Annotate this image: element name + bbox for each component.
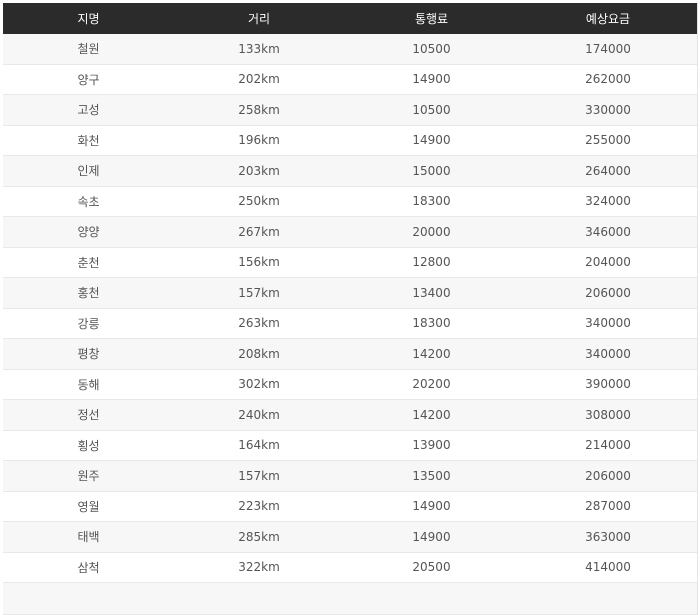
cell-region: 원주 bbox=[77, 469, 100, 484]
cell-region: 양양 bbox=[77, 225, 100, 240]
cell-region: 횡성 bbox=[77, 438, 100, 453]
cell-estimated-fare: 262000 bbox=[585, 72, 631, 87]
cell-distance: 202km bbox=[238, 72, 280, 87]
header-region: 지명 bbox=[77, 12, 100, 26]
cell-estimated-fare: 346000 bbox=[585, 224, 631, 239]
table-row: 양양 267km 20000 346000 bbox=[3, 217, 697, 248]
table-row: 화천 196km 14900 255000 bbox=[3, 125, 697, 156]
cell-toll: 14200 bbox=[412, 407, 451, 422]
header-distance: 거리 bbox=[247, 12, 271, 26]
cell-toll: 18300 bbox=[412, 316, 451, 331]
cell-region: 정선 bbox=[77, 408, 100, 423]
table-row: 철원 133km 10500 174000 bbox=[3, 34, 697, 65]
empty-row bbox=[3, 583, 697, 615]
cell-distance: 258km bbox=[238, 102, 280, 117]
cell-region: 태백 bbox=[77, 530, 100, 545]
cell-estimated-fare: 330000 bbox=[585, 102, 631, 117]
table-row: 홍천 157km 13400 206000 bbox=[3, 278, 697, 309]
header-estimated-fare: 예상요금 bbox=[585, 12, 631, 26]
fare-table: 지명 거리 통행료 예상요금 철원 133km 10500 174000 양구 202km… bbox=[3, 3, 698, 615]
cell-distance: 250km bbox=[238, 194, 280, 209]
table-row: 속초 250km 18300 324000 bbox=[3, 186, 697, 217]
cell-toll: 14200 bbox=[412, 346, 451, 361]
cell-distance: 203km bbox=[238, 163, 280, 178]
cell-toll: 13900 bbox=[412, 438, 451, 453]
cell-estimated-fare: 340000 bbox=[585, 346, 631, 361]
cell-region: 삼척 bbox=[77, 560, 100, 575]
table-row: 평창 208km 14200 340000 bbox=[3, 339, 697, 370]
cell-estimated-fare: 206000 bbox=[585, 468, 631, 483]
cell-region: 영월 bbox=[77, 499, 100, 514]
cell-distance: 133km bbox=[238, 41, 280, 56]
cell-toll: 14900 bbox=[412, 133, 451, 148]
cell-region: 화천 bbox=[77, 133, 100, 148]
cell-region: 춘천 bbox=[77, 255, 100, 270]
cell-estimated-fare: 340000 bbox=[585, 316, 631, 331]
table-body: 철원 133km 10500 174000 양구 202km 14900 262000 고성 25… bbox=[3, 34, 697, 615]
cell-toll: 15000 bbox=[412, 163, 451, 178]
cell-distance: 196km bbox=[238, 133, 280, 148]
cell-distance: 164km bbox=[238, 438, 280, 453]
cell-distance: 156km bbox=[238, 255, 280, 270]
table-row: 양구 202km 14900 262000 bbox=[3, 64, 697, 95]
cell-region: 강릉 bbox=[77, 316, 100, 331]
cell-toll: 20500 bbox=[412, 560, 451, 575]
cell-toll: 10500 bbox=[412, 41, 451, 56]
cell-distance: 223km bbox=[238, 499, 280, 514]
header-toll: 통행료 bbox=[414, 12, 449, 26]
cell-estimated-fare: 324000 bbox=[585, 194, 631, 209]
cell-toll: 13400 bbox=[412, 285, 451, 300]
cell-region: 고성 bbox=[77, 103, 100, 118]
table-row: 강릉 263km 18300 340000 bbox=[3, 308, 697, 339]
cell-distance: 285km bbox=[238, 529, 280, 544]
cell-toll: 20200 bbox=[412, 377, 451, 392]
cell-estimated-fare: 214000 bbox=[585, 438, 631, 453]
table-row: 인제 203km 15000 264000 bbox=[3, 156, 697, 187]
table-row: 태백 285km 14900 363000 bbox=[3, 522, 697, 553]
cell-estimated-fare: 287000 bbox=[585, 499, 631, 514]
cell-distance: 263km bbox=[238, 316, 280, 331]
table-row: 정선 240km 14200 308000 bbox=[3, 400, 697, 431]
cell-distance: 240km bbox=[238, 407, 280, 422]
cell-distance: 267km bbox=[238, 224, 280, 239]
table-row: 삼척 322km 20500 414000 bbox=[3, 552, 697, 583]
cell-toll: 13500 bbox=[412, 468, 451, 483]
cell-toll: 18300 bbox=[412, 194, 451, 209]
table-row: 원주 157km 13500 206000 bbox=[3, 461, 697, 492]
cell-toll: 20000 bbox=[412, 224, 451, 239]
cell-distance: 322km bbox=[238, 560, 280, 575]
cell-estimated-fare: 264000 bbox=[585, 163, 631, 178]
cell-distance: 157km bbox=[238, 468, 280, 483]
table-header: 지명 거리 통행료 예상요금 bbox=[3, 3, 697, 34]
cell-toll: 10500 bbox=[412, 102, 451, 117]
cell-estimated-fare: 414000 bbox=[585, 560, 631, 575]
cell-region: 동해 bbox=[77, 377, 100, 392]
table-row: 동해 302km 20200 390000 bbox=[3, 369, 697, 400]
cell-region: 양구 bbox=[77, 72, 100, 87]
cell-region: 속초 bbox=[77, 194, 100, 209]
cell-estimated-fare: 174000 bbox=[585, 41, 631, 56]
cell-estimated-fare: 204000 bbox=[585, 255, 631, 270]
cell-toll: 12800 bbox=[412, 255, 451, 270]
table-row: 고성 258km 10500 330000 bbox=[3, 95, 697, 126]
cell-region: 홍천 bbox=[77, 286, 100, 301]
cell-distance: 302km bbox=[238, 377, 280, 392]
cell-estimated-fare: 308000 bbox=[585, 407, 631, 422]
cell-region: 철원 bbox=[77, 42, 100, 57]
cell-region: 인제 bbox=[77, 164, 100, 179]
cell-distance: 157km bbox=[238, 285, 280, 300]
cell-estimated-fare: 255000 bbox=[585, 133, 631, 148]
cell-toll: 14900 bbox=[412, 529, 451, 544]
cell-estimated-fare: 363000 bbox=[585, 529, 631, 544]
table-row: 횡성 164km 13900 214000 bbox=[3, 430, 697, 461]
cell-toll: 14900 bbox=[412, 499, 451, 514]
cell-region: 평창 bbox=[77, 347, 100, 362]
cell-estimated-fare: 390000 bbox=[585, 377, 631, 392]
table-row: 춘천 156km 12800 204000 bbox=[3, 247, 697, 278]
cell-toll: 14900 bbox=[412, 72, 451, 87]
cell-distance: 208km bbox=[238, 346, 280, 361]
cell-estimated-fare: 206000 bbox=[585, 285, 631, 300]
table-row: 영월 223km 14900 287000 bbox=[3, 491, 697, 522]
